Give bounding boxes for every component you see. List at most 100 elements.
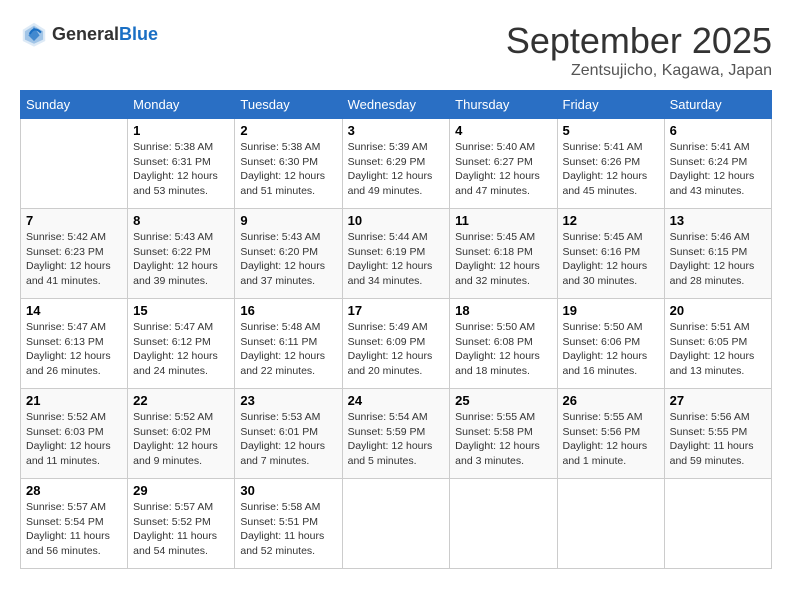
calendar-cell: 26 Sunrise: 5:55 AM Sunset: 5:56 PM Dayl… <box>557 389 664 479</box>
day-number: 1 <box>133 123 229 138</box>
weekday-header-wednesday: Wednesday <box>342 91 450 119</box>
weekday-header-friday: Friday <box>557 91 664 119</box>
calendar-cell <box>557 479 664 569</box>
calendar-cell: 30 Sunrise: 5:58 AM Sunset: 5:51 PM Dayl… <box>235 479 342 569</box>
daylight-text: Daylight: 12 hours and 11 minutes. <box>26 440 111 467</box>
weekday-header-sunday: Sunday <box>21 91 128 119</box>
cell-content: Sunrise: 5:55 AM Sunset: 5:56 PM Dayligh… <box>563 410 659 469</box>
daylight-text: Daylight: 11 hours and 56 minutes. <box>26 530 110 557</box>
cell-content: Sunrise: 5:49 AM Sunset: 6:09 PM Dayligh… <box>348 320 445 379</box>
sunset-text: Sunset: 5:54 PM <box>26 516 104 528</box>
cell-content: Sunrise: 5:57 AM Sunset: 5:52 PM Dayligh… <box>133 500 229 559</box>
sunrise-text: Sunrise: 5:43 AM <box>240 231 320 243</box>
calendar-week-row: 7 Sunrise: 5:42 AM Sunset: 6:23 PM Dayli… <box>21 209 772 299</box>
daylight-text: Daylight: 12 hours and 51 minutes. <box>240 170 325 197</box>
calendar-cell: 29 Sunrise: 5:57 AM Sunset: 5:52 PM Dayl… <box>128 479 235 569</box>
calendar-cell <box>664 479 771 569</box>
weekday-header-row: SundayMondayTuesdayWednesdayThursdayFrid… <box>21 91 772 119</box>
cell-content: Sunrise: 5:41 AM Sunset: 6:24 PM Dayligh… <box>670 140 766 199</box>
sunrise-text: Sunrise: 5:44 AM <box>348 231 428 243</box>
cell-content: Sunrise: 5:38 AM Sunset: 6:30 PM Dayligh… <box>240 140 336 199</box>
sunset-text: Sunset: 6:16 PM <box>563 246 641 258</box>
daylight-text: Daylight: 12 hours and 32 minutes. <box>455 260 540 287</box>
weekday-header-thursday: Thursday <box>450 91 557 119</box>
sunrise-text: Sunrise: 5:40 AM <box>455 141 535 153</box>
day-number: 10 <box>348 213 445 228</box>
daylight-text: Daylight: 12 hours and 41 minutes. <box>26 260 111 287</box>
daylight-text: Daylight: 12 hours and 24 minutes. <box>133 350 218 377</box>
daylight-text: Daylight: 12 hours and 7 minutes. <box>240 440 325 467</box>
cell-content: Sunrise: 5:58 AM Sunset: 5:51 PM Dayligh… <box>240 500 336 559</box>
sunset-text: Sunset: 5:51 PM <box>240 516 318 528</box>
sunrise-text: Sunrise: 5:47 AM <box>26 321 106 333</box>
sunrise-text: Sunrise: 5:52 AM <box>26 411 106 423</box>
calendar-cell: 14 Sunrise: 5:47 AM Sunset: 6:13 PM Dayl… <box>21 299 128 389</box>
day-number: 22 <box>133 393 229 408</box>
cell-content: Sunrise: 5:39 AM Sunset: 6:29 PM Dayligh… <box>348 140 445 199</box>
calendar-cell: 25 Sunrise: 5:55 AM Sunset: 5:58 PM Dayl… <box>450 389 557 479</box>
sunset-text: Sunset: 6:26 PM <box>563 156 641 168</box>
cell-content: Sunrise: 5:52 AM Sunset: 6:03 PM Dayligh… <box>26 410 122 469</box>
sunset-text: Sunset: 5:56 PM <box>563 426 641 438</box>
daylight-text: Daylight: 11 hours and 59 minutes. <box>670 440 754 467</box>
cell-content: Sunrise: 5:43 AM Sunset: 6:20 PM Dayligh… <box>240 230 336 289</box>
daylight-text: Daylight: 12 hours and 3 minutes. <box>455 440 540 467</box>
day-number: 30 <box>240 483 336 498</box>
calendar-cell <box>21 119 128 209</box>
day-number: 16 <box>240 303 336 318</box>
calendar-cell: 6 Sunrise: 5:41 AM Sunset: 6:24 PM Dayli… <box>664 119 771 209</box>
weekday-header-saturday: Saturday <box>664 91 771 119</box>
calendar-week-row: 28 Sunrise: 5:57 AM Sunset: 5:54 PM Dayl… <box>21 479 772 569</box>
calendar-cell: 17 Sunrise: 5:49 AM Sunset: 6:09 PM Dayl… <box>342 299 450 389</box>
calendar-cell: 3 Sunrise: 5:39 AM Sunset: 6:29 PM Dayli… <box>342 119 450 209</box>
sunset-text: Sunset: 5:59 PM <box>348 426 426 438</box>
cell-content: Sunrise: 5:42 AM Sunset: 6:23 PM Dayligh… <box>26 230 122 289</box>
sunset-text: Sunset: 5:52 PM <box>133 516 211 528</box>
sunrise-text: Sunrise: 5:41 AM <box>563 141 643 153</box>
calendar-cell: 9 Sunrise: 5:43 AM Sunset: 6:20 PM Dayli… <box>235 209 342 299</box>
cell-content: Sunrise: 5:47 AM Sunset: 6:13 PM Dayligh… <box>26 320 122 379</box>
cell-content: Sunrise: 5:50 AM Sunset: 6:06 PM Dayligh… <box>563 320 659 379</box>
logo: GeneralBlue <box>20 20 158 48</box>
daylight-text: Daylight: 12 hours and 16 minutes. <box>563 350 648 377</box>
sunset-text: Sunset: 6:29 PM <box>348 156 426 168</box>
month-title: September 2025 <box>506 20 772 62</box>
day-number: 15 <box>133 303 229 318</box>
calendar-cell: 11 Sunrise: 5:45 AM Sunset: 6:18 PM Dayl… <box>450 209 557 299</box>
day-number: 23 <box>240 393 336 408</box>
day-number: 9 <box>240 213 336 228</box>
cell-content: Sunrise: 5:41 AM Sunset: 6:26 PM Dayligh… <box>563 140 659 199</box>
sunrise-text: Sunrise: 5:47 AM <box>133 321 213 333</box>
cell-content: Sunrise: 5:47 AM Sunset: 6:12 PM Dayligh… <box>133 320 229 379</box>
calendar-cell: 12 Sunrise: 5:45 AM Sunset: 6:16 PM Dayl… <box>557 209 664 299</box>
calendar-cell: 7 Sunrise: 5:42 AM Sunset: 6:23 PM Dayli… <box>21 209 128 299</box>
sunrise-text: Sunrise: 5:54 AM <box>348 411 428 423</box>
calendar-cell: 13 Sunrise: 5:46 AM Sunset: 6:15 PM Dayl… <box>664 209 771 299</box>
logo-text: GeneralBlue <box>52 24 158 45</box>
weekday-header-tuesday: Tuesday <box>235 91 342 119</box>
daylight-text: Daylight: 12 hours and 34 minutes. <box>348 260 433 287</box>
sunset-text: Sunset: 6:31 PM <box>133 156 211 168</box>
day-number: 29 <box>133 483 229 498</box>
sunset-text: Sunset: 6:30 PM <box>240 156 318 168</box>
calendar-cell: 20 Sunrise: 5:51 AM Sunset: 6:05 PM Dayl… <box>664 299 771 389</box>
sunrise-text: Sunrise: 5:45 AM <box>455 231 535 243</box>
sunrise-text: Sunrise: 5:53 AM <box>240 411 320 423</box>
day-number: 28 <box>26 483 122 498</box>
cell-content: Sunrise: 5:44 AM Sunset: 6:19 PM Dayligh… <box>348 230 445 289</box>
day-number: 19 <box>563 303 659 318</box>
daylight-text: Daylight: 11 hours and 54 minutes. <box>133 530 217 557</box>
calendar-cell: 23 Sunrise: 5:53 AM Sunset: 6:01 PM Dayl… <box>235 389 342 479</box>
day-number: 13 <box>670 213 766 228</box>
day-number: 25 <box>455 393 551 408</box>
logo-blue: Blue <box>119 24 158 44</box>
calendar-week-row: 1 Sunrise: 5:38 AM Sunset: 6:31 PM Dayli… <box>21 119 772 209</box>
day-number: 21 <box>26 393 122 408</box>
sunrise-text: Sunrise: 5:52 AM <box>133 411 213 423</box>
sunset-text: Sunset: 6:23 PM <box>26 246 104 258</box>
title-block: September 2025 Zentsujicho, Kagawa, Japa… <box>506 20 772 80</box>
cell-content: Sunrise: 5:45 AM Sunset: 6:18 PM Dayligh… <box>455 230 551 289</box>
cell-content: Sunrise: 5:45 AM Sunset: 6:16 PM Dayligh… <box>563 230 659 289</box>
calendar-cell: 18 Sunrise: 5:50 AM Sunset: 6:08 PM Dayl… <box>450 299 557 389</box>
sunrise-text: Sunrise: 5:49 AM <box>348 321 428 333</box>
